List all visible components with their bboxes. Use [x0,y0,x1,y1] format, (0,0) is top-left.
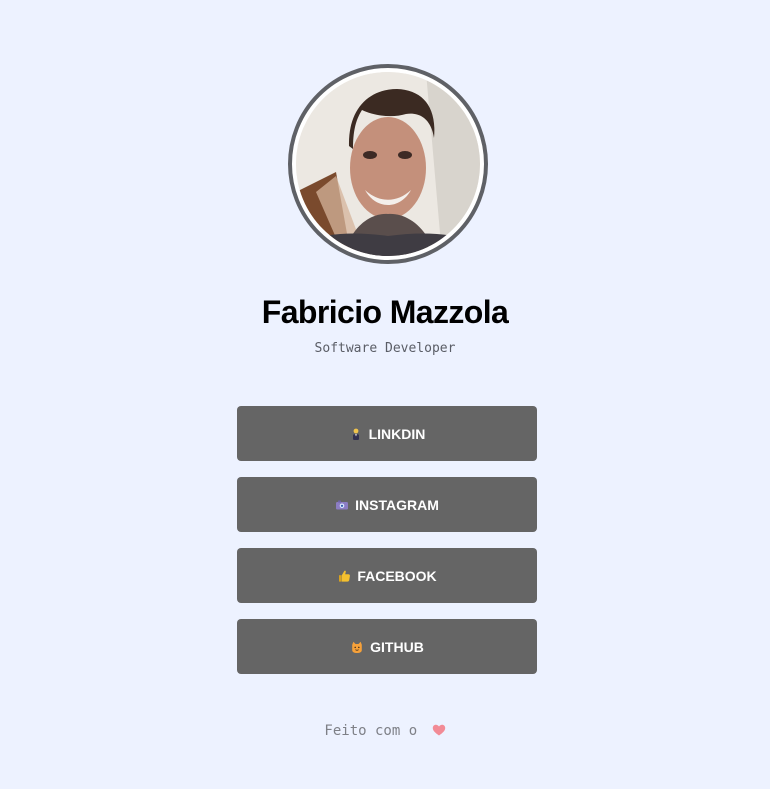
camera-icon [335,498,349,512]
cat-icon [350,640,364,654]
social-links: LINKDIN INSTAGRAM FACEBOOK GITHUB [237,406,537,690]
profile-page: Fabricio Mazzola Software Developer LINK… [0,0,770,789]
thumbs-up-icon [337,569,351,583]
facebook-button[interactable]: FACEBOOK [237,548,537,603]
linkedin-label: LINKDIN [368,425,426,442]
profile-avatar [288,64,488,264]
facebook-label: FACEBOOK [357,567,437,584]
footer-text: Feito com o [324,723,418,739]
profile-role: Software Developer [314,341,456,356]
footer-note: Feito com o [0,723,770,739]
github-button[interactable]: GITHUB [237,619,537,674]
instagram-label: INSTAGRAM [355,496,439,513]
person-in-suit-icon [349,427,363,441]
linkedin-button[interactable]: LINKDIN [237,406,537,461]
heart-icon [432,724,446,736]
profile-name: Fabricio Mazzola [261,294,509,330]
github-label: GITHUB [370,638,424,655]
instagram-button[interactable]: INSTAGRAM [237,477,537,532]
